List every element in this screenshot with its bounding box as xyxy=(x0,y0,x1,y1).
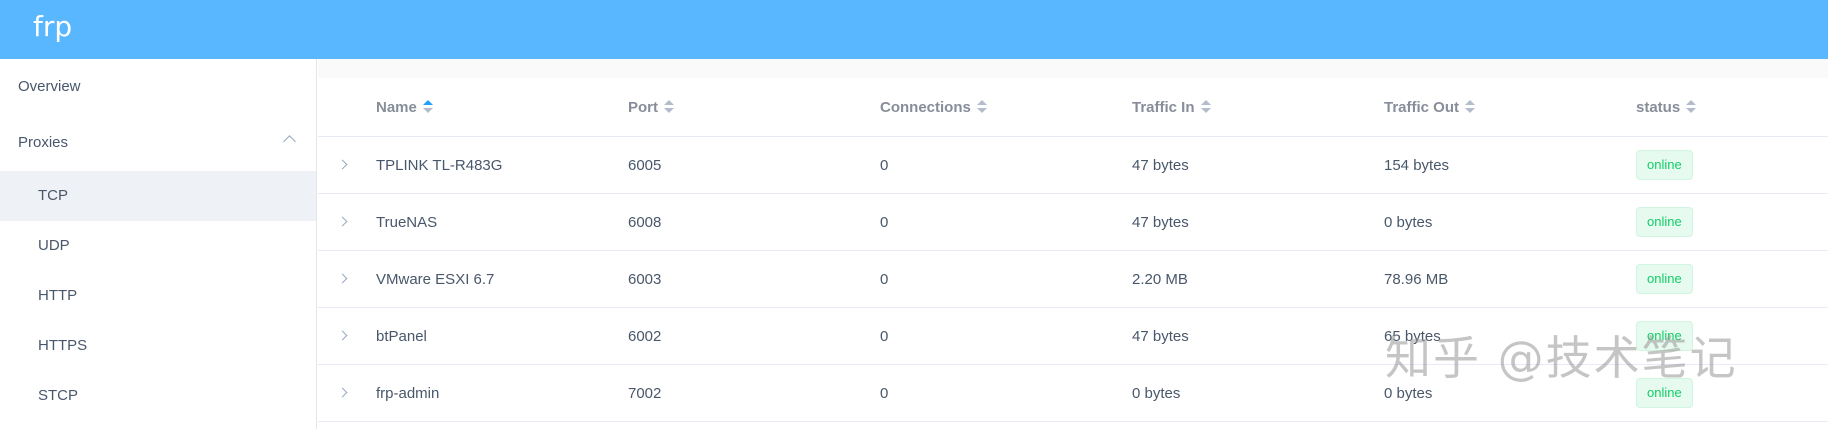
sort-icon[interactable] xyxy=(1200,100,1211,114)
cell-status: online xyxy=(1636,251,1693,307)
status-badge: online xyxy=(1636,378,1693,408)
status-badge: online xyxy=(1636,264,1693,294)
column-header-traffic-out[interactable]: Traffic Out xyxy=(1384,78,1476,136)
sidebar-item-proxies[interactable]: Proxies xyxy=(0,115,316,171)
chevron-right-icon[interactable] xyxy=(337,159,348,170)
sidebar-item-udp[interactable]: UDP xyxy=(0,221,316,271)
cell-traffic-in: 47 bytes xyxy=(1132,327,1189,345)
cell-traffic-out: 65 bytes xyxy=(1384,327,1441,345)
table-row[interactable]: frp-admin 7002 0 0 bytes 0 bytes online xyxy=(318,365,1828,422)
sidebar-item-stcp[interactable]: STCP xyxy=(0,371,316,421)
cell-status: online xyxy=(1636,365,1693,421)
chevron-right-icon[interactable] xyxy=(337,273,348,284)
cell-traffic-in: 2.20 MB xyxy=(1132,270,1188,288)
sort-icon[interactable] xyxy=(1686,100,1697,114)
column-header-name[interactable]: Name xyxy=(376,78,433,136)
cell-connections: 0 xyxy=(880,213,889,231)
table-row[interactable]: TPLINK TL-R483G 6005 0 47 bytes 154 byte… xyxy=(318,137,1828,194)
cell-connections: 0 xyxy=(880,384,889,402)
cell-traffic-out: 78.96 MB xyxy=(1384,270,1449,288)
sidebar-item-label: TCP xyxy=(38,187,68,204)
cell-traffic-out: 0 bytes xyxy=(1384,384,1433,402)
cell-port: 6005 xyxy=(628,156,662,174)
cell-connections: 0 xyxy=(880,270,889,288)
cell-name: TPLINK TL-R483G xyxy=(376,156,503,174)
column-header-connections[interactable]: Connections xyxy=(880,78,987,136)
sidebar-item-label: HTTP xyxy=(38,287,78,304)
cell-status: online xyxy=(1636,194,1693,250)
cell-connections: 0 xyxy=(880,156,889,174)
cell-name: VMware ESXI 6.7 xyxy=(376,270,495,288)
sidebar-item-tcp[interactable]: TCP xyxy=(0,171,316,221)
table-row[interactable]: btPanel 6002 0 47 bytes 65 bytes online xyxy=(318,308,1828,365)
cell-traffic-in: 0 bytes xyxy=(1132,384,1181,402)
cell-traffic-out: 154 bytes xyxy=(1384,156,1450,174)
sort-ascending-icon[interactable] xyxy=(422,100,433,114)
cell-status: online xyxy=(1636,137,1693,193)
sidebar-item-label: Proxies xyxy=(18,134,69,151)
sidebar-item-label: STCP xyxy=(38,387,79,404)
cell-name: btPanel xyxy=(376,327,427,345)
sort-icon[interactable] xyxy=(976,100,987,114)
brand-logo[interactable]: frp xyxy=(33,10,72,43)
cell-connections: 0 xyxy=(880,327,889,345)
cell-port: 6003 xyxy=(628,270,662,288)
top-header: frp xyxy=(0,0,1828,59)
chevron-up-icon xyxy=(283,135,296,148)
sidebar-item-label: UDP xyxy=(38,237,70,254)
table-row[interactable]: VMware ESXI 6.7 6003 0 2.20 MB 78.96 MB … xyxy=(318,251,1828,308)
status-badge: online xyxy=(1636,150,1693,180)
column-header-port[interactable]: Port xyxy=(628,78,674,136)
table-row[interactable]: TrueNAS 6008 0 47 bytes 0 bytes online xyxy=(318,194,1828,251)
column-header-status[interactable]: status xyxy=(1636,78,1697,136)
sidebar-item-http[interactable]: HTTP xyxy=(0,271,316,321)
sidebar-item-label: Overview xyxy=(18,78,81,95)
sidebar-item-label: HTTPS xyxy=(38,337,88,354)
cell-port: 6002 xyxy=(628,327,662,345)
sidebar-item-https[interactable]: HTTPS xyxy=(0,321,316,371)
column-header-traffic-in[interactable]: Traffic In xyxy=(1132,78,1211,136)
cell-traffic-out: 0 bytes xyxy=(1384,213,1433,231)
sidebar-item-overview[interactable]: Overview xyxy=(0,59,316,115)
cell-port: 7002 xyxy=(628,384,662,402)
status-badge: online xyxy=(1636,321,1693,351)
sidebar: Overview Proxies TCP UDP HTTP HTTPS STCP xyxy=(0,59,317,429)
sort-icon[interactable] xyxy=(664,100,674,114)
table-top-strip xyxy=(318,59,1828,78)
cell-name: TrueNAS xyxy=(376,213,438,231)
sort-icon[interactable] xyxy=(1465,100,1476,114)
table-header-row: Name Port Connections Traffic In Traffic… xyxy=(318,78,1828,137)
chevron-right-icon[interactable] xyxy=(337,330,348,341)
cell-port: 6008 xyxy=(628,213,662,231)
cell-traffic-in: 47 bytes xyxy=(1132,213,1189,231)
cell-name: frp-admin xyxy=(376,384,440,402)
status-badge: online xyxy=(1636,207,1693,237)
cell-status: online xyxy=(1636,308,1693,364)
cell-traffic-in: 47 bytes xyxy=(1132,156,1189,174)
main-content: Name Port Connections Traffic In Traffic… xyxy=(318,59,1828,429)
chevron-right-icon[interactable] xyxy=(337,216,348,227)
chevron-right-icon[interactable] xyxy=(337,387,348,398)
